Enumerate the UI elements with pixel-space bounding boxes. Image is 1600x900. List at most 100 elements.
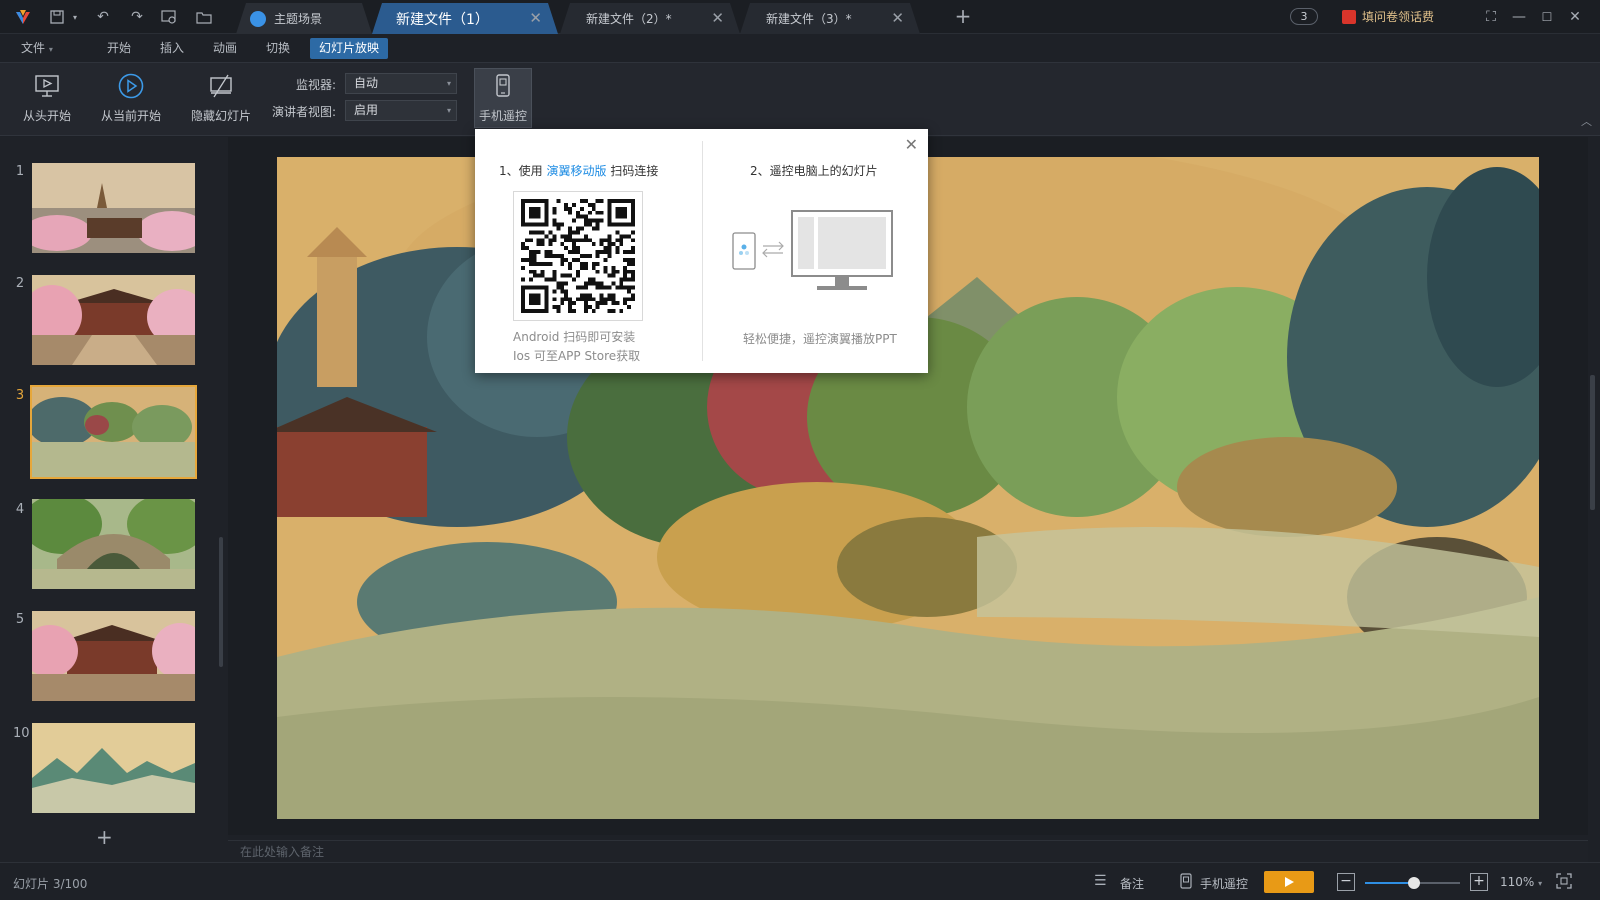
slide-number: 10 [13, 726, 30, 741]
menu-file-label: 文件 [21, 41, 46, 55]
step-2-text: 2、遥控电脑上的幻灯片 [750, 164, 878, 178]
from-current-button[interactable]: 从当前开始 [98, 69, 164, 129]
fullscreen-icon[interactable]: ⛶ [1482, 8, 1500, 26]
menu-animation[interactable]: 动画 [204, 38, 246, 59]
slide-counter: 幻灯片 3/100 [13, 877, 88, 891]
maximize-icon[interactable]: ☐ [1538, 8, 1556, 26]
chevron-down-icon: ▾ [446, 79, 451, 88]
app-logo-icon [14, 8, 32, 26]
chevron-down-icon: ▾ [48, 45, 53, 54]
chevron-down-icon: ▾ [446, 106, 451, 115]
phone-remote-button[interactable]: 手机遥控 [474, 68, 532, 128]
slide-number: 4 [15, 502, 25, 517]
zoom-slider[interactable] [1365, 877, 1460, 889]
ribbon: 从头开始 从当前开始 隐藏幻灯片 监视器: 自动 ▾ 演讲者视图: 启用 ▾ 手… [0, 62, 1600, 136]
remote-note: 轻松便捷，遥控演翼播放PPT [743, 332, 897, 346]
monitor-value: 自动 [354, 76, 379, 90]
close-tab-icon[interactable]: ✕ [529, 9, 542, 27]
menu-transition[interactable]: 切换 [257, 38, 299, 59]
zoom-level-value: 110% [1500, 875, 1535, 889]
slide-thumbnail[interactable] [32, 723, 195, 813]
zoom-level[interactable]: 110% ▾ [1500, 875, 1542, 889]
play-icon [1285, 877, 1294, 887]
fit-window-icon[interactable] [1556, 873, 1572, 893]
presenter-view-select[interactable]: 启用 ▾ [345, 100, 457, 121]
tab-label: 新建文件（1） [396, 11, 489, 28]
notes-toggle-label[interactable]: 备注 [1120, 875, 1144, 892]
phone-to-computer-icon [731, 209, 896, 299]
notes-icon[interactable]: ☰ [1094, 873, 1107, 889]
hide-slide-icon [204, 69, 238, 103]
open-folder-icon[interactable] [195, 8, 213, 26]
survey-link[interactable]: 填问卷领话费 [1342, 8, 1434, 25]
ios-note: Ios 可至APP Store获取 [513, 349, 641, 363]
monitor-select[interactable]: 自动 ▾ [345, 73, 457, 94]
title-bar: ▾ ↶ ↷ 主题场景 新建文件（1） ✕ 新建文件（2）* ✕ 新建文件（3）*… [0, 0, 1600, 34]
slide-thumbnail[interactable] [32, 611, 195, 701]
slide-thumbnail-panel: 1 2 3 4 5 10 + [0, 137, 228, 862]
phone-icon [486, 69, 520, 103]
notes-input[interactable]: 在此处输入备注 [228, 840, 1588, 862]
zoom-out-button[interactable]: − [1337, 873, 1355, 891]
close-tab-icon[interactable]: ✕ [711, 9, 724, 27]
tab-new-file-2[interactable]: 新建文件（2）* ✕ [560, 3, 740, 34]
slide-thumbnail[interactable] [32, 275, 195, 365]
presenter-view-label: 演讲者视图: [272, 105, 337, 119]
redo-icon[interactable]: ↷ [128, 8, 146, 26]
collapse-ribbon-icon[interactable]: ︿ [1581, 113, 1592, 129]
slide-number: 2 [15, 276, 25, 291]
tab-new-file-3[interactable]: 新建文件（3）* ✕ [740, 3, 920, 34]
phone-remote-label: 手机遥控 [478, 109, 527, 123]
menu-start[interactable]: 开始 [98, 38, 140, 59]
step-1-prefix: 1、使用 [499, 164, 543, 178]
slide-number: 1 [15, 164, 25, 179]
step-1-suffix: 扫码连接 [610, 164, 659, 178]
close-window-icon[interactable]: ✕ [1566, 8, 1584, 26]
close-popup-icon[interactable]: ✕ [905, 135, 918, 154]
from-start-button[interactable]: 从头开始 [18, 69, 76, 129]
from-start-label: 从头开始 [22, 109, 71, 123]
mobile-app-link[interactable]: 演翼移动版 [546, 164, 606, 178]
monitor-label: 监视器: [296, 78, 337, 92]
slide-thumbnail-current[interactable] [30, 385, 197, 479]
slide-thumbnail[interactable] [32, 163, 195, 253]
status-bar: 幻灯片 3/100 ☰ 备注 手机遥控 − + 110% ▾ [0, 862, 1600, 900]
tab-label: 新建文件（2）* [586, 12, 672, 26]
menu-file[interactable]: 文件 ▾ [12, 38, 62, 59]
canvas-scrollbar[interactable] [1590, 375, 1595, 510]
tab-label: 新建文件（3）* [766, 12, 852, 26]
tab-label: 主题场景 [274, 12, 323, 26]
from-current-label: 从当前开始 [100, 109, 161, 123]
menu-bar: 文件 ▾ 开始 插入 动画 切换 幻灯片放映 [0, 34, 1600, 62]
menu-slideshow[interactable]: 幻灯片放映 [310, 38, 389, 59]
notification-badge[interactable]: 3 [1290, 8, 1318, 25]
preview-icon[interactable] [160, 8, 178, 26]
theme-scene-icon [250, 11, 266, 27]
new-tab-plus-icon[interactable]: + [954, 4, 972, 28]
slide-number: 3 [15, 388, 25, 403]
phone-remote-icon[interactable] [1180, 873, 1192, 893]
tab-new-file-1[interactable]: 新建文件（1） ✕ [372, 3, 558, 34]
hide-slide-button[interactable]: 隐藏幻灯片 [188, 69, 254, 129]
zoom-slider-fill [1365, 882, 1415, 884]
close-tab-icon[interactable]: ✕ [891, 9, 904, 27]
save-icon[interactable] [48, 8, 66, 26]
survey-label: 填问卷领话费 [1362, 10, 1435, 24]
slide-panel-scrollbar[interactable] [219, 537, 223, 667]
gift-icon [1342, 9, 1356, 24]
zoom-in-button[interactable]: + [1470, 873, 1488, 891]
play-slideshow-button[interactable] [1264, 871, 1314, 893]
undo-icon[interactable]: ↶ [94, 8, 112, 26]
popup-divider [702, 141, 703, 361]
step-1-text: 1、使用 演翼移动版 扫码连接 [499, 162, 658, 179]
presenter-view-value: 启用 [354, 103, 379, 117]
android-note: Android 扫码即可安装 [513, 330, 636, 344]
minimize-icon[interactable]: — [1510, 8, 1528, 26]
menu-insert[interactable]: 插入 [151, 38, 193, 59]
add-slide-button[interactable]: + [96, 825, 113, 849]
tab-theme-scene[interactable]: 主题场景 [236, 3, 372, 34]
save-dropdown-icon[interactable]: ▾ [66, 8, 84, 26]
zoom-slider-knob[interactable] [1408, 877, 1421, 889]
phone-remote-status-label[interactable]: 手机遥控 [1200, 875, 1248, 892]
slide-thumbnail[interactable] [32, 499, 195, 589]
